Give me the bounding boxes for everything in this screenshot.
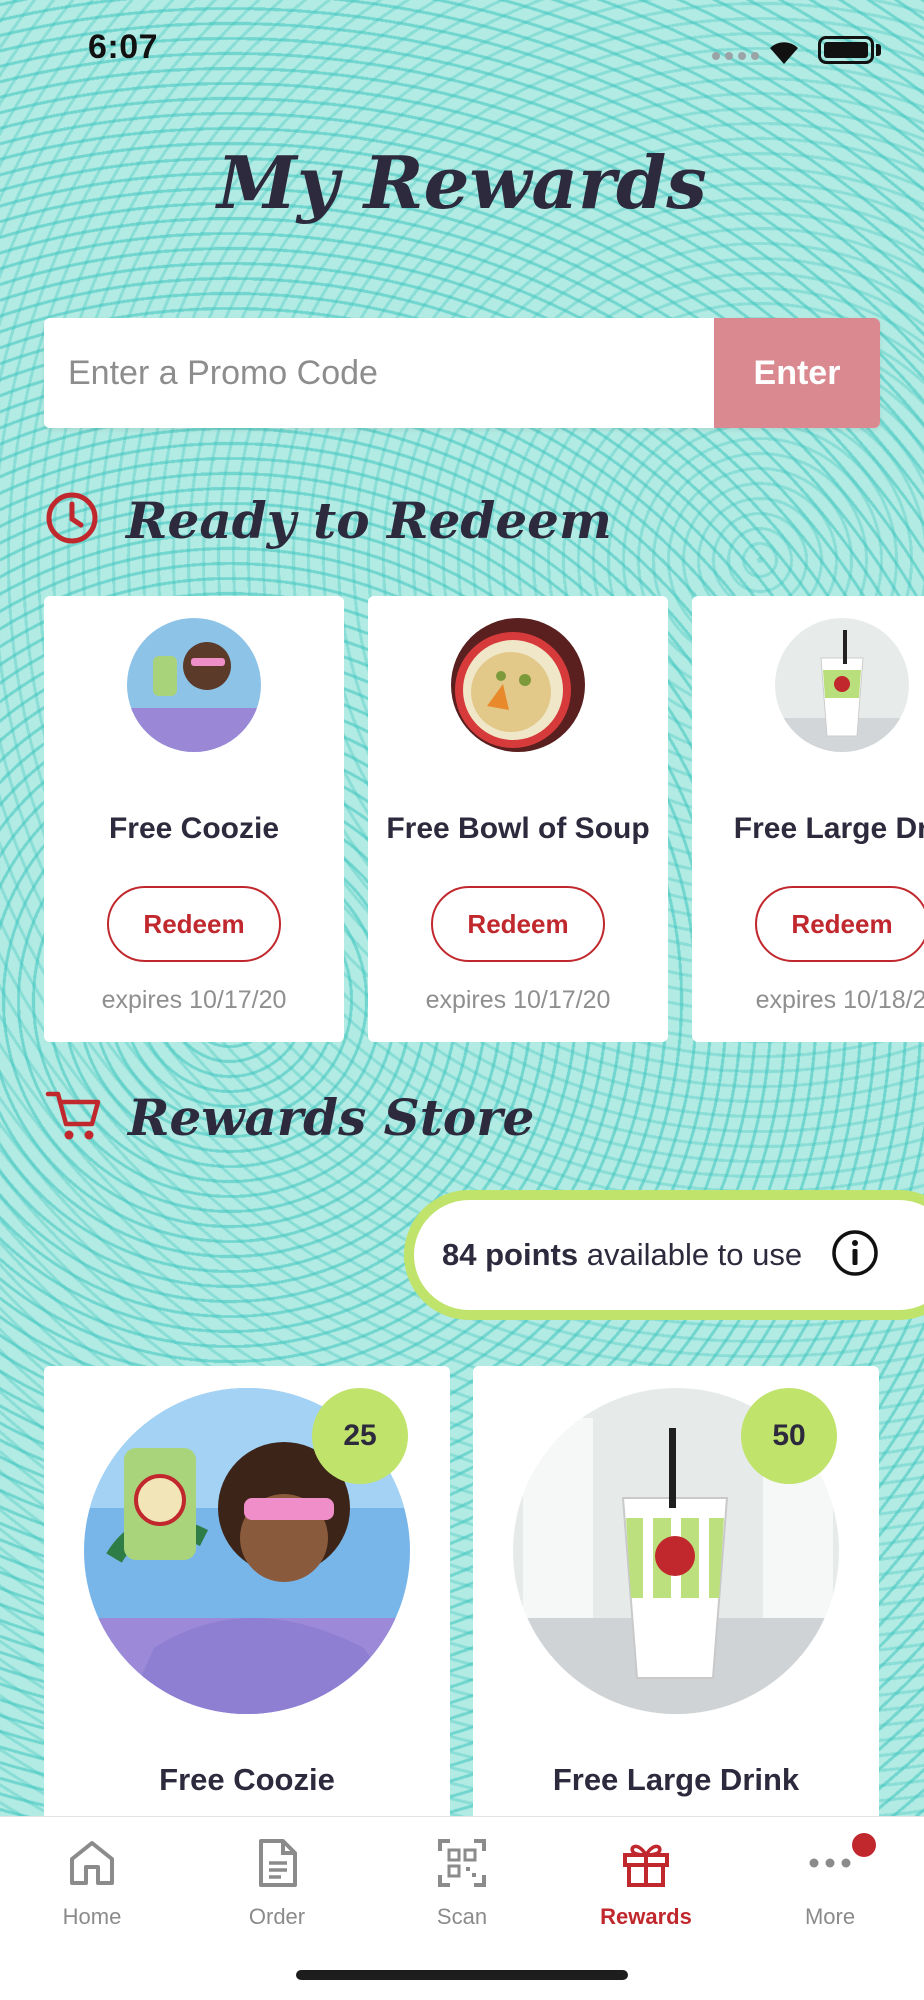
points-balance-pill[interactable]: 84 points available to use — [404, 1190, 924, 1320]
reward-name: Free Bowl of Soup — [386, 812, 650, 846]
drink-thumbnail — [775, 618, 909, 752]
home-indicator — [296, 1970, 628, 1980]
tab-home[interactable]: Home — [17, 1837, 167, 1930]
points-suffix: available to use — [578, 1237, 803, 1272]
reward-card-drink[interactable]: Free Large Drink Redeem expires 10/18/20 — [692, 596, 924, 1042]
store-item-large-drink[interactable]: 50 Free Large Drink — [473, 1366, 879, 1826]
qr-code-icon — [436, 1839, 488, 1893]
page-title: My Rewards — [217, 140, 707, 225]
reward-card-soup[interactable]: Free Bowl of Soup Redeem expires 10/17/2… — [368, 596, 668, 1042]
expiration-date: expires 10/18/20 — [755, 986, 924, 1014]
redeem-button[interactable]: Redeem — [107, 886, 281, 962]
info-icon[interactable] — [830, 1228, 880, 1283]
tab-label: Home — [62, 1904, 122, 1929]
tab-more[interactable]: More — [755, 1833, 905, 1930]
expiration-date: expires 10/17/20 — [101, 986, 287, 1014]
ready-to-redeem-header: Ready to Redeem — [44, 490, 612, 551]
redeem-button[interactable]: Redeem — [755, 886, 924, 962]
store-item-name: Free Coozie — [159, 1762, 335, 1797]
soup-thumbnail — [451, 618, 585, 752]
reward-name: Free Coozie — [108, 812, 280, 846]
tab-rewards[interactable]: Rewards — [571, 1837, 721, 1930]
tab-label: Order — [248, 1904, 306, 1929]
tab-scan[interactable]: Scan — [387, 1837, 537, 1930]
store-item-coozie[interactable]: 25 Free Coozie — [44, 1366, 450, 1826]
points-value: 84 points — [442, 1237, 579, 1272]
ready-to-redeem-title: Ready to Redeem — [126, 491, 612, 550]
battery-tip — [876, 44, 881, 56]
promo-code-input[interactable] — [44, 318, 714, 428]
points-balance-text: 84 points available to use — [442, 1237, 802, 1273]
promo-enter-button[interactable]: Enter — [714, 318, 880, 428]
document-icon — [251, 1839, 303, 1893]
promo-code-form: Enter — [44, 318, 880, 428]
coozie-thumbnail — [127, 618, 261, 752]
reward-name: Free Large Drink — [733, 812, 924, 846]
wifi-icon — [764, 34, 804, 71]
reward-card-coozie[interactable]: Free Coozie Redeem expires 10/17/20 — [44, 596, 344, 1042]
cellular-signal-icon — [712, 52, 759, 60]
cart-icon — [44, 1086, 102, 1149]
battery-icon — [818, 36, 874, 64]
tab-label: Rewards — [600, 1904, 692, 1929]
notification-dot — [852, 1833, 876, 1857]
expiration-date: expires 10/17/20 — [425, 986, 611, 1014]
redeem-button[interactable]: Redeem — [431, 886, 605, 962]
more-dots-icon — [804, 1833, 876, 1894]
points-cost-badge: 25 — [312, 1388, 408, 1484]
rewards-store-header: Rewards Store — [44, 1086, 534, 1149]
tab-label: More — [804, 1904, 856, 1929]
home-icon — [66, 1841, 118, 1893]
tab-label: Scan — [436, 1904, 488, 1929]
gift-icon — [620, 1844, 672, 1893]
store-item-name: Free Large Drink — [552, 1762, 800, 1797]
status-time: 6:07 — [88, 28, 159, 66]
rewards-store-title: Rewards Store — [128, 1088, 535, 1147]
clock-icon — [44, 490, 100, 551]
tab-order[interactable]: Order — [202, 1837, 352, 1930]
points-cost-badge: 50 — [741, 1388, 837, 1484]
